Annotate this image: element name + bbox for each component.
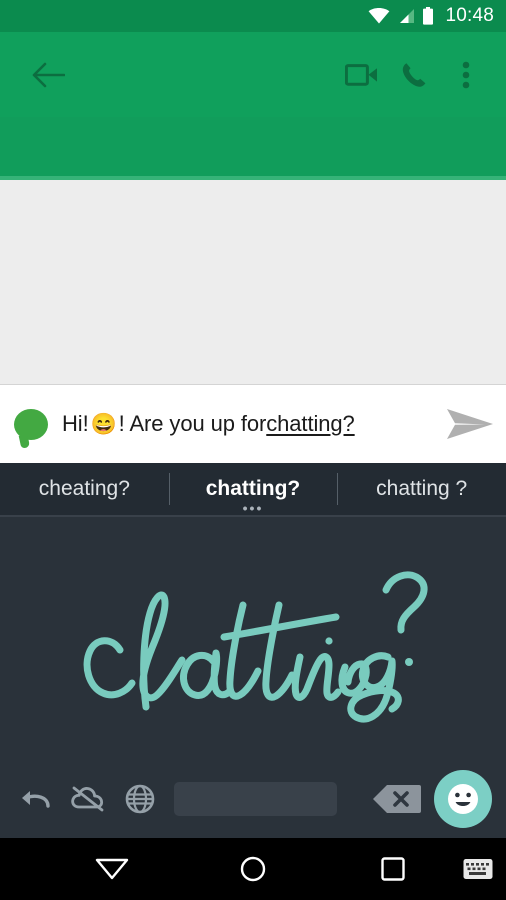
emoji-icon <box>448 784 478 814</box>
suggestion-more-dots[interactable]: ••• <box>243 501 264 515</box>
message-emoji: 😄 <box>90 412 117 436</box>
chat-bubble-button[interactable] <box>0 408 62 440</box>
keyboard-toolbar <box>0 760 506 838</box>
app-bar <box>0 32 506 117</box>
nav-bar <box>0 838 506 900</box>
message-text-underlined: chatting? <box>266 411 355 436</box>
nav-recents-icon[interactable] <box>381 857 405 881</box>
backspace-icon[interactable] <box>368 783 426 815</box>
chat-bubble-icon <box>14 408 48 440</box>
phone-call-icon[interactable] <box>388 49 440 101</box>
compose-row: Hi! 😄 ! Are you up for chatting? <box>0 385 506 463</box>
nav-back-icon[interactable] <box>95 858 129 880</box>
send-icon <box>447 409 493 439</box>
suggestion-item-0[interactable]: cheating? <box>0 463 169 515</box>
emoji-button[interactable] <box>434 770 492 828</box>
handwriting-ink <box>83 571 428 723</box>
suggestion-item-1-selected[interactable]: chatting? ••• <box>168 463 338 515</box>
battery-icon <box>422 7 434 25</box>
send-button[interactable] <box>434 407 506 441</box>
suggestion-bar: cheating? chatting? ••• chatting ? <box>0 463 506 515</box>
message-text-middle: ! Are you up for <box>118 411 267 436</box>
nav-keyboard-icon[interactable] <box>463 858 493 880</box>
back-arrow-icon[interactable] <box>22 49 74 101</box>
overflow-menu-icon[interactable] <box>440 49 492 101</box>
suggestion-item-2[interactable]: chatting ? <box>337 463 506 515</box>
wifi-icon <box>368 8 390 24</box>
message-input[interactable]: Hi! 😄 ! Are you up for chatting? <box>62 411 434 437</box>
space-bar[interactable] <box>174 782 337 816</box>
globe-language-icon[interactable] <box>114 773 166 825</box>
app-sub-bar <box>0 117 506 180</box>
signal-icon <box>397 8 415 24</box>
conversation-area <box>0 180 506 385</box>
suggestion-label: cheating? <box>38 477 130 500</box>
suggestion-label: chatting ? <box>376 477 468 500</box>
suggestion-label: chatting? <box>205 477 301 500</box>
handwriting-canvas[interactable] <box>0 517 506 760</box>
cloud-off-icon[interactable] <box>62 773 114 825</box>
nav-home-icon[interactable] <box>240 856 266 882</box>
message-text-before: Hi! <box>62 411 89 436</box>
status-time: 10:48 <box>445 5 494 26</box>
video-call-icon[interactable] <box>336 49 388 101</box>
phone-screen: 10:48 Hi! 😄 ! Are you up for chatting? c… <box>0 0 506 900</box>
status-bar: 10:48 <box>0 0 506 32</box>
undo-icon[interactable] <box>10 773 62 825</box>
